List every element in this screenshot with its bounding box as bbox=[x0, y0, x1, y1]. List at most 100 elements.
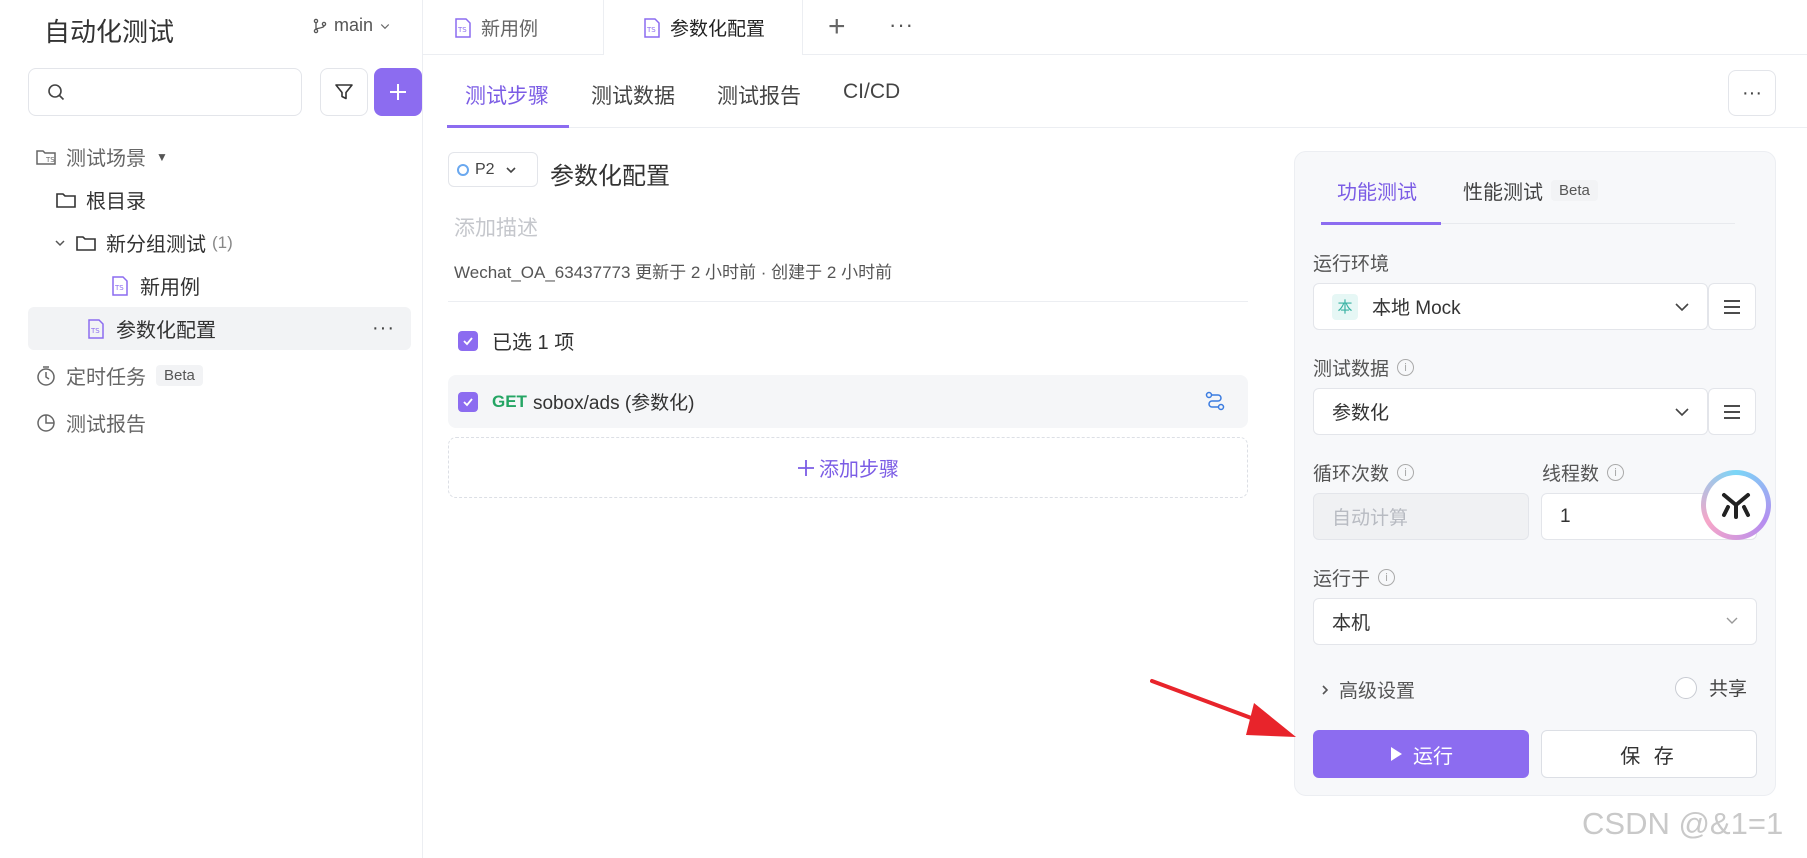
advanced-settings-toggle[interactable]: 高级设置 bbox=[1319, 676, 1415, 703]
threads-label: 线程数 i bbox=[1542, 459, 1625, 486]
info-icon[interactable]: i bbox=[1378, 569, 1396, 586]
divider bbox=[448, 301, 1248, 302]
tree-label-group: 新分组测试 bbox=[106, 234, 206, 256]
add-button[interactable] bbox=[374, 68, 422, 116]
chevron-right-icon bbox=[1322, 684, 1329, 695]
run-on-select[interactable]: 本机 bbox=[1313, 598, 1757, 645]
run-on-label: 运行于 i bbox=[1313, 564, 1396, 591]
more-actions-icon[interactable]: ··· bbox=[372, 317, 395, 340]
svg-text:TS: TS bbox=[45, 156, 55, 164]
assistant-logo-icon bbox=[1706, 475, 1766, 535]
sub-tab-bar: 测试步骤 测试数据 测试报告 CI/CD bbox=[447, 68, 1807, 128]
share-toggle[interactable]: 共享 bbox=[1674, 674, 1747, 701]
select-all-checkbox[interactable] bbox=[458, 330, 478, 351]
group-count: (1) bbox=[212, 232, 233, 252]
filter-button[interactable] bbox=[320, 68, 368, 116]
loop-count-input: 自动计算 bbox=[1313, 493, 1529, 540]
tree-item-scheduled[interactable]: 定时任务 Beta bbox=[28, 354, 411, 397]
info-icon[interactable]: i bbox=[1607, 464, 1625, 481]
tab-new-case[interactable]: TS 新用例 bbox=[453, 0, 538, 55]
selected-count: 已选 1 项 bbox=[492, 332, 575, 354]
tab-more-icon[interactable]: ··· bbox=[889, 12, 914, 38]
run-panel: 功能测试 性能测试 Beta 运行环境 本 本地 Mock 测试数据 i 参数化 … bbox=[1294, 151, 1776, 796]
branch-selector[interactable]: main bbox=[312, 15, 391, 36]
test-data-select[interactable]: 参数化 bbox=[1313, 388, 1708, 435]
info-icon[interactable]: i bbox=[1397, 464, 1415, 481]
tree-item-param-case[interactable]: TS 参数化配置 ··· bbox=[28, 307, 411, 350]
test-case-icon: TS bbox=[453, 17, 473, 39]
beta-badge: Beta bbox=[1551, 180, 1598, 201]
env-menu-button[interactable] bbox=[1708, 283, 1756, 330]
run-button[interactable]: 运行 bbox=[1313, 730, 1529, 778]
tab-performance-test[interactable]: 性能测试 Beta bbox=[1463, 176, 1598, 205]
search-box[interactable] bbox=[28, 68, 302, 116]
test-data-value: 参数化 bbox=[1332, 403, 1390, 424]
tab-test-data[interactable]: 测试数据 bbox=[591, 80, 675, 110]
search-input[interactable] bbox=[75, 83, 275, 101]
svg-text:TS: TS bbox=[646, 26, 656, 34]
env-select[interactable]: 本 本地 Mock bbox=[1313, 283, 1708, 330]
add-step-label: 添加步骤 bbox=[819, 459, 899, 481]
project-title: 自动化测试 bbox=[44, 17, 175, 47]
tab-param-case[interactable]: TS 参数化配置 bbox=[603, 0, 803, 55]
timer-icon bbox=[34, 364, 58, 388]
plus-icon bbox=[390, 84, 406, 100]
save-button[interactable]: 保 存 bbox=[1541, 730, 1757, 778]
tab-test-steps[interactable]: 测试步骤 bbox=[465, 80, 549, 110]
tab-label: 参数化配置 bbox=[670, 19, 766, 40]
priority-dot-icon bbox=[457, 163, 469, 176]
parameterize-icon[interactable] bbox=[1204, 390, 1226, 417]
tree-label-scenes: 测试场景 bbox=[66, 148, 146, 170]
chevron-down-icon[interactable] bbox=[54, 237, 74, 249]
more-options-button[interactable]: ··· bbox=[1728, 70, 1776, 116]
test-case-icon: TS bbox=[84, 317, 108, 341]
description-placeholder[interactable]: 添加描述 bbox=[454, 212, 538, 242]
select-all-row[interactable]: 已选 1 项 bbox=[458, 326, 574, 355]
add-step-button[interactable]: 添加步骤 bbox=[448, 437, 1248, 498]
branch-name: main bbox=[334, 15, 374, 35]
chevron-down-icon bbox=[1675, 408, 1689, 417]
tree-label-scheduled: 定时任务 bbox=[66, 367, 146, 389]
http-method: GET bbox=[492, 391, 527, 411]
assistant-float-button[interactable] bbox=[1701, 470, 1771, 540]
env-value: 本地 Mock bbox=[1372, 298, 1461, 319]
case-meta: Wechat_OA_63437773 更新于 2 小时前 · 创建于 2 小时前 bbox=[454, 263, 893, 282]
git-branch-icon bbox=[313, 18, 327, 33]
folder-icon bbox=[74, 231, 98, 255]
sidebar: 自动化测试 main TS 测试场景 ▼ 根目录 新分组测试 (1) TS 新用… bbox=[16, 0, 423, 858]
env-label: 运行环境 bbox=[1313, 254, 1390, 275]
svg-text:TS: TS bbox=[457, 26, 467, 34]
tree-item-group[interactable]: 新分组测试 (1) bbox=[28, 221, 411, 264]
new-tab-button[interactable]: + bbox=[828, 10, 846, 44]
plus-icon bbox=[798, 459, 814, 476]
chevron-down-icon bbox=[380, 23, 390, 29]
annotation-arrow-icon bbox=[1150, 679, 1296, 737]
tab-test-report[interactable]: 测试报告 bbox=[717, 80, 801, 110]
chevron-down-icon bbox=[1726, 617, 1738, 624]
filter-icon bbox=[335, 84, 353, 100]
folder-icon bbox=[54, 188, 78, 212]
tree-item-new-case[interactable]: TS 新用例 bbox=[28, 264, 411, 307]
priority-selector[interactable]: P2 bbox=[448, 152, 538, 187]
svg-text:TS: TS bbox=[114, 284, 124, 292]
share-checkbox[interactable] bbox=[1674, 676, 1697, 699]
run-button-label: 运行 bbox=[1413, 745, 1453, 768]
tab-label: 性能测试 bbox=[1463, 182, 1543, 204]
tab-functional-test[interactable]: 功能测试 bbox=[1337, 176, 1417, 205]
menu-icon bbox=[1724, 299, 1740, 314]
step-checkbox[interactable] bbox=[458, 391, 478, 412]
tree-item-reports[interactable]: 测试报告 bbox=[28, 401, 411, 444]
chevron-down-icon bbox=[1675, 303, 1689, 312]
run-on-value: 本机 bbox=[1332, 613, 1371, 634]
info-icon[interactable]: i bbox=[1397, 359, 1415, 376]
play-icon bbox=[1391, 747, 1402, 761]
tree-label-root: 根目录 bbox=[86, 191, 146, 213]
step-row[interactable]: GET sobox/ads (参数化) bbox=[448, 375, 1248, 428]
test-data-menu-button[interactable] bbox=[1708, 388, 1756, 435]
tree-item-scenes[interactable]: TS 测试场景 ▼ bbox=[28, 135, 411, 178]
tab-ci-cd[interactable]: CI/CD bbox=[843, 80, 900, 104]
priority-value: P2 bbox=[475, 160, 495, 178]
case-title[interactable]: 参数化配置 bbox=[550, 156, 670, 191]
caret-down-icon: ▼ bbox=[156, 149, 168, 164]
tree-item-root[interactable]: 根目录 bbox=[28, 178, 411, 221]
